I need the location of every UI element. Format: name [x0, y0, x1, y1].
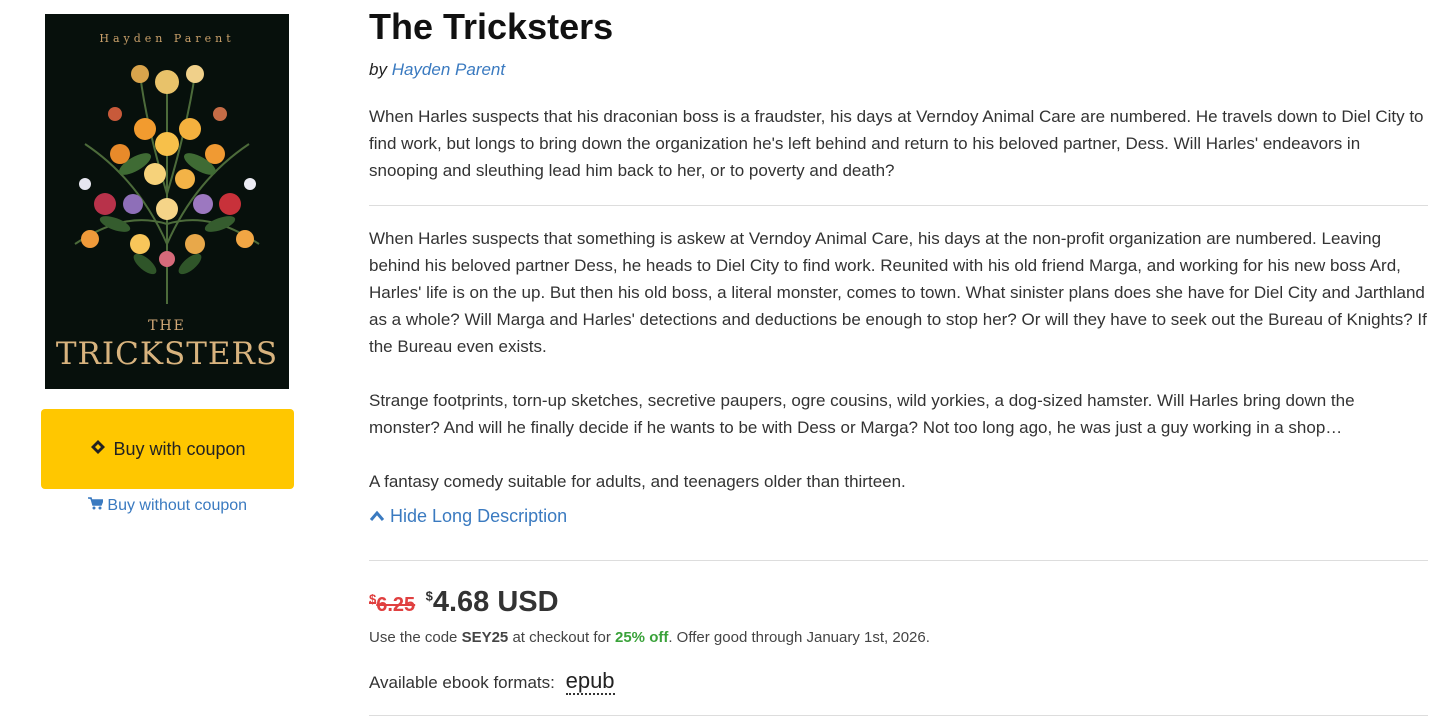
floral-illustration — [74, 65, 260, 304]
book-cover: Hayden Parent THE TRICKSTERS — [45, 14, 289, 389]
original-price: $6.25 — [369, 591, 416, 616]
long-description-paragraph: Strange footprints, torn-up sketches, se… — [369, 391, 1355, 437]
coupon-code: SEY25 — [461, 629, 509, 646]
divider — [369, 560, 1428, 561]
divider — [369, 205, 1428, 206]
cover-title: TRICKSTERS — [55, 336, 279, 372]
discounted-price: $4.68 USD — [425, 586, 559, 618]
long-description-paragraph: A fantasy comedy suitable for adults, an… — [369, 472, 906, 491]
ebook-formats: Available ebook formats: epub — [369, 668, 615, 695]
format-epub[interactable]: epub — [565, 668, 615, 695]
by-label: by — [369, 60, 387, 79]
book-title: The Tricksters — [369, 6, 614, 47]
formats-label: Available ebook formats: — [369, 673, 555, 692]
discount-amount: 25% off — [615, 629, 669, 646]
hide-long-description-toggle[interactable]: Hide Long Description — [369, 506, 567, 527]
buy-without-coupon-label: Buy without coupon — [107, 497, 248, 514]
short-description: When Harles suspects that his draconian … — [369, 107, 1424, 180]
cover-the: THE — [148, 318, 186, 334]
buy-without-coupon-link[interactable]: Buy without coupon — [41, 497, 294, 515]
coupon-info: Use the code SEY25 at checkout for 25% o… — [369, 629, 930, 646]
ticket-icon — [89, 438, 107, 461]
buy-with-coupon-button[interactable]: Buy with coupon — [41, 409, 294, 489]
byline: by Hayden Parent — [369, 60, 505, 80]
long-description-paragraph: When Harles suspects that something is a… — [369, 229, 1427, 356]
buy-with-coupon-label: Buy with coupon — [113, 438, 246, 459]
cart-icon — [87, 497, 107, 514]
toggle-label: Hide Long Description — [390, 506, 568, 526]
price-block: $6.25 $4.68 USD — [369, 586, 559, 619]
divider — [369, 715, 1428, 716]
chevron-up-icon — [369, 506, 390, 526]
author-link[interactable]: Hayden Parent — [392, 60, 505, 79]
